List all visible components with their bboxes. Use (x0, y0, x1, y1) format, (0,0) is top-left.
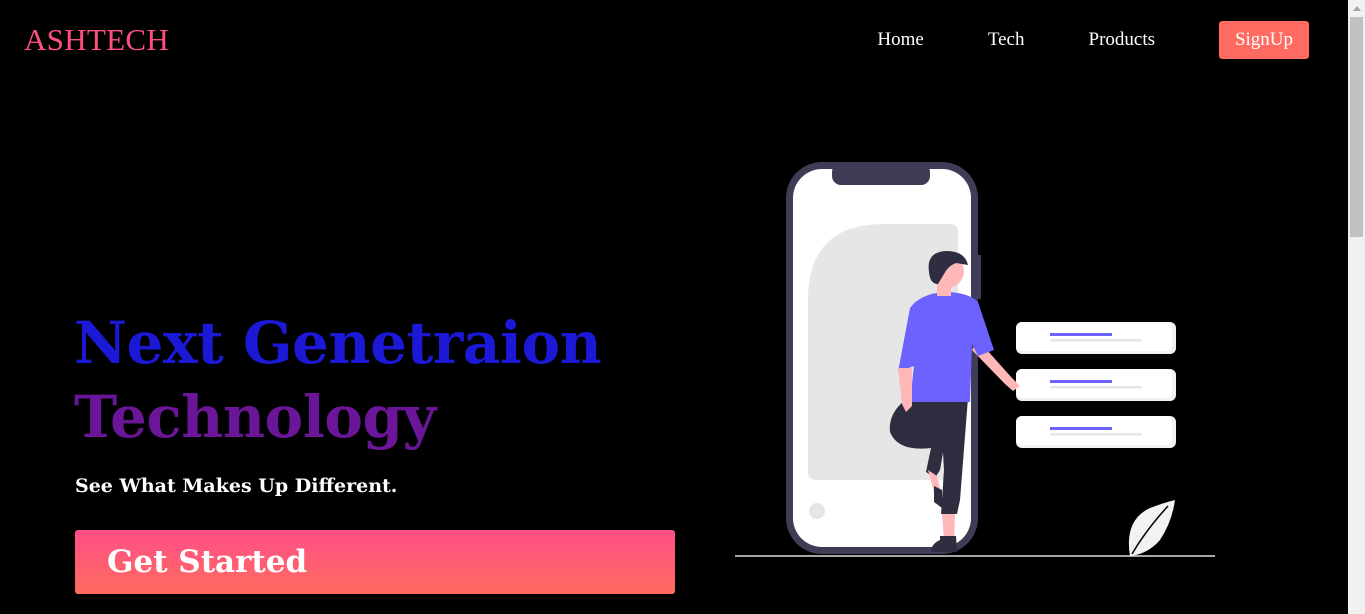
nav-products-link[interactable]: Products (1089, 29, 1156, 51)
person-leaning-on-phone-illustration (735, 162, 1215, 557)
scrollbar-thumb[interactable] (1350, 17, 1363, 237)
vertical-scrollbar[interactable] (1348, 0, 1365, 614)
main-nav: Home Tech Products SignUp (877, 21, 1309, 59)
brand-logo[interactable]: ASHTECH (24, 22, 169, 58)
message-card-3 (1016, 416, 1176, 448)
leaf-icon (1128, 500, 1175, 556)
scroll-up-arrow-icon[interactable] (1353, 6, 1361, 11)
hero-title-line-2: Technology (74, 383, 436, 451)
hero-title: Next Genetraion Technology (74, 306, 602, 454)
hero-title-line-1: Next Genetraion (74, 309, 602, 377)
get-started-button[interactable]: Get Started (75, 530, 675, 594)
hero-subtitle: See What Makes Up Different. (75, 475, 398, 497)
nav-home-link[interactable]: Home (877, 29, 923, 51)
message-card-2 (1016, 369, 1176, 401)
page-viewport: ASHTECH Home Tech Products SignUp Next G… (0, 0, 1348, 614)
signup-button[interactable]: SignUp (1219, 21, 1309, 59)
message-card-1 (1016, 322, 1176, 354)
nav-tech-link[interactable]: Tech (988, 29, 1025, 51)
